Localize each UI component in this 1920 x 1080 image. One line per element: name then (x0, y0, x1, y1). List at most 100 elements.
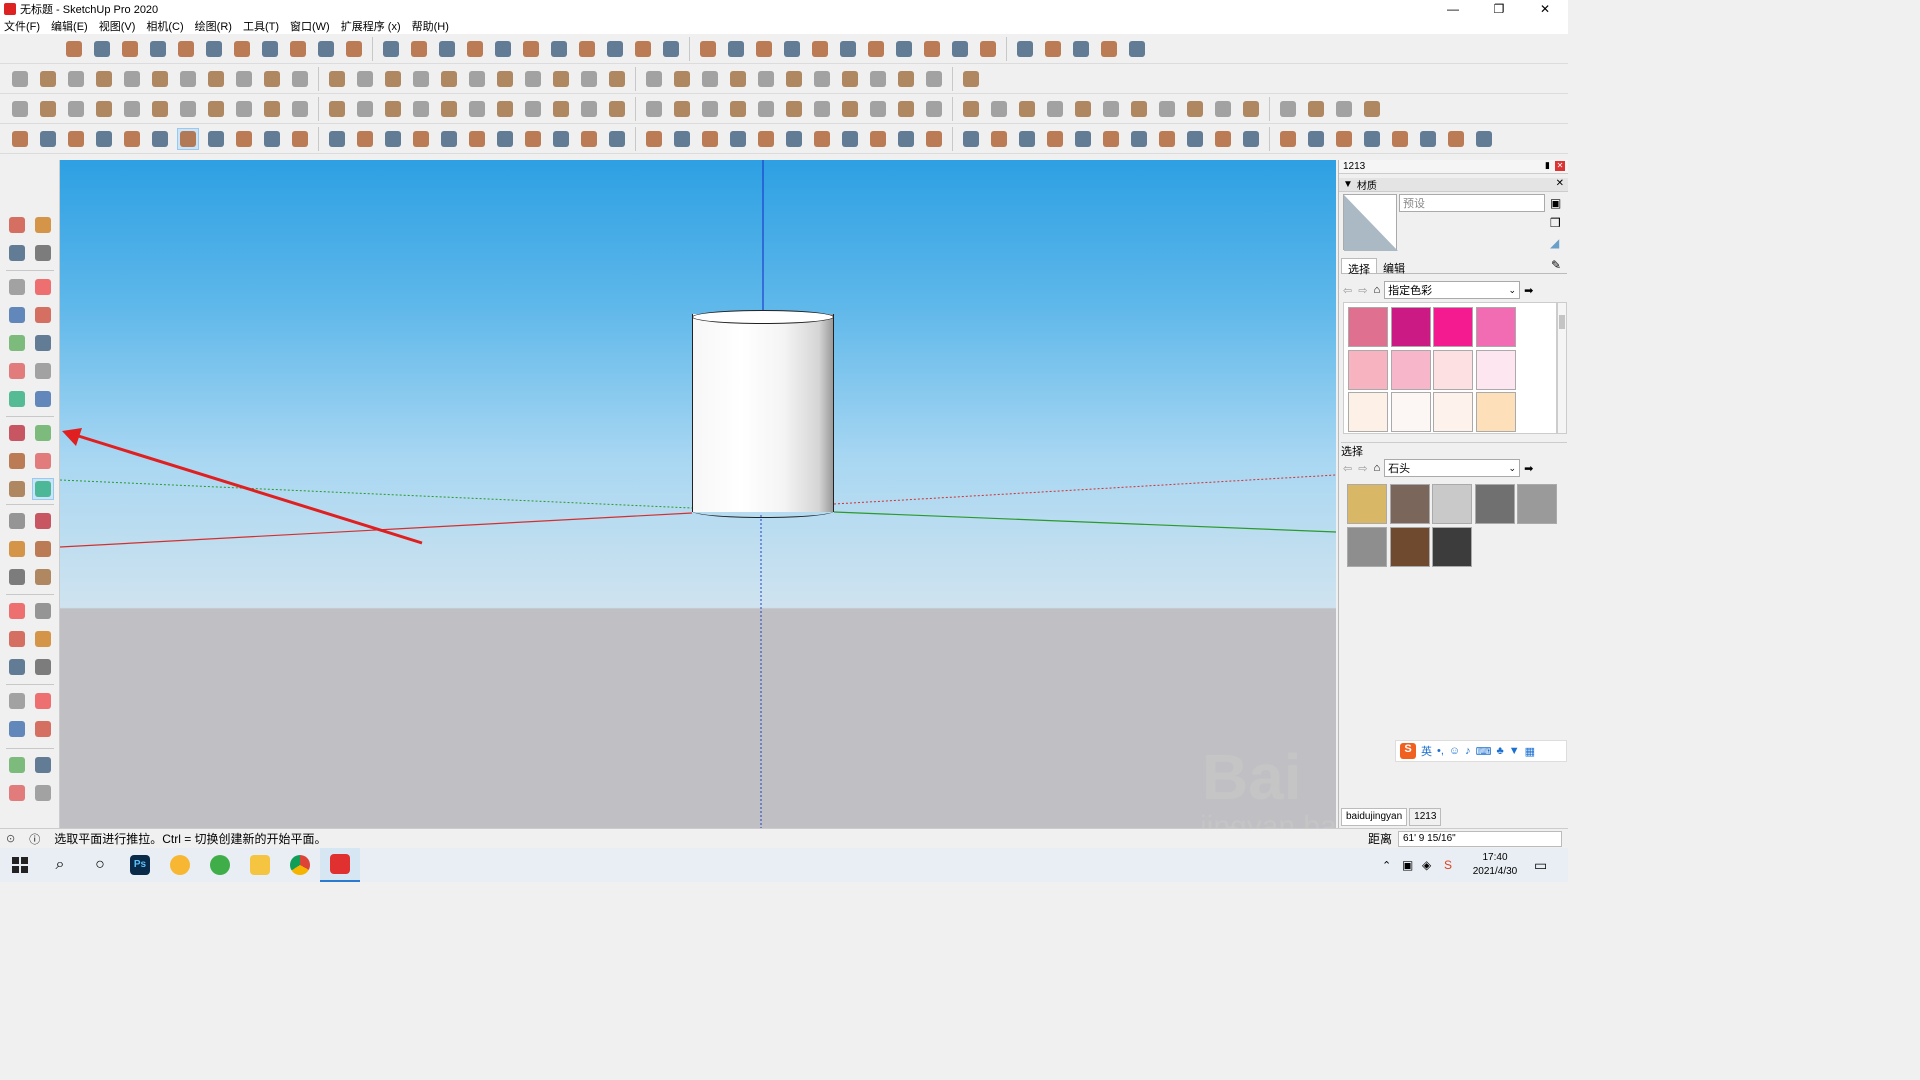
ime-punct-icon[interactable]: •, (1437, 745, 1444, 757)
tray-network-icon[interactable]: ▣ (1402, 858, 1413, 872)
modify-extension-tool-icon[interactable] (1100, 98, 1122, 120)
modify-extension-tool-icon[interactable] (1212, 98, 1234, 120)
modify-extension-tool-icon[interactable] (1044, 98, 1066, 120)
modify-extension-tool-icon[interactable] (699, 98, 721, 120)
modify-extension-tool-icon[interactable] (494, 98, 516, 120)
color-swatch[interactable] (1348, 307, 1388, 347)
modify-extension-tool-icon[interactable] (671, 98, 693, 120)
curve-extension-tool-icon[interactable] (37, 68, 59, 90)
draw-extension-tool-icon[interactable] (977, 38, 999, 60)
left-tool-icon[interactable] (32, 388, 54, 410)
modify-extension-tool-icon[interactable] (93, 98, 115, 120)
modify-extension-tool-icon[interactable] (1072, 98, 1094, 120)
close-button[interactable]: ✕ (1522, 0, 1568, 18)
large-tool-set-tool-icon[interactable] (606, 128, 628, 150)
draw-extension-tool-icon[interactable] (175, 38, 197, 60)
menu-view[interactable]: 视图(V) (99, 18, 136, 34)
left-tool-icon[interactable] (32, 718, 54, 740)
draw-extension-tool-icon[interactable] (632, 38, 654, 60)
forward-icon-2[interactable]: ⇨ (1358, 462, 1367, 475)
large-tool-set-tool-icon[interactable] (233, 128, 255, 150)
draw-extension-tool-icon[interactable] (576, 38, 598, 60)
draw-extension-tool-icon[interactable] (865, 38, 887, 60)
browser-green-icon[interactable] (200, 848, 240, 882)
left-tool-icon[interactable] (32, 538, 54, 560)
draw-extension-tool-icon[interactable] (492, 38, 514, 60)
curve-extension-tool-icon[interactable] (755, 68, 777, 90)
large-tool-set-tool-icon[interactable] (1212, 128, 1234, 150)
large-tool-set-tool-icon[interactable] (1277, 128, 1299, 150)
draw-extension-tool-icon[interactable] (1126, 38, 1148, 60)
draw-extension-tool-icon[interactable] (809, 38, 831, 60)
large-tool-set-tool-icon[interactable] (960, 128, 982, 150)
left-tool-icon[interactable] (32, 600, 54, 622)
curve-extension-tool-icon[interactable] (867, 68, 889, 90)
color-swatch[interactable] (1390, 307, 1431, 347)
large-tool-set-tool-icon[interactable] (1016, 128, 1038, 150)
large-tool-set-tool-icon[interactable] (382, 128, 404, 150)
curve-extension-tool-icon[interactable] (895, 68, 917, 90)
draw-extension-tool-icon[interactable] (697, 38, 719, 60)
modify-extension-tool-icon[interactable] (1128, 98, 1150, 120)
modify-extension-tool-icon[interactable] (727, 98, 749, 120)
large-tool-set-tool-icon[interactable] (326, 128, 348, 150)
curve-extension-tool-icon[interactable] (783, 68, 805, 90)
large-tool-set-tool-icon[interactable] (1100, 128, 1122, 150)
draw-extension-tool-icon[interactable] (893, 38, 915, 60)
modify-extension-tool-icon[interactable] (1240, 98, 1262, 120)
modify-extension-tool-icon[interactable] (1305, 98, 1327, 120)
large-tool-set-tool-icon[interactable] (550, 128, 572, 150)
tray-close-icon[interactable]: ✕ (1555, 161, 1565, 171)
back-icon[interactable]: ⇦ (1343, 284, 1352, 297)
curve-extension-tool-icon[interactable] (354, 68, 376, 90)
draw-extension-tool-icon[interactable] (203, 38, 225, 60)
modify-extension-tool-icon[interactable] (1184, 98, 1206, 120)
draw-extension-tool-icon[interactable] (315, 38, 337, 60)
tray-volume-icon[interactable]: ◈ (1422, 858, 1431, 872)
left-tool-icon[interactable] (32, 276, 54, 298)
large-tool-set-tool-icon[interactable] (466, 128, 488, 150)
modify-extension-tool-icon[interactable] (438, 98, 460, 120)
pin-icon[interactable]: ▮ (1545, 160, 1550, 171)
large-tool-set-tool-icon[interactable] (177, 127, 199, 150)
curve-extension-tool-icon[interactable] (410, 68, 432, 90)
large-tool-set-tool-icon[interactable] (494, 128, 516, 150)
details-arrow-icon[interactable]: ➡ (1524, 284, 1533, 297)
color-swatch[interactable] (1475, 392, 1516, 432)
left-tool-icon[interactable] (32, 304, 54, 326)
left-tool-icon[interactable] (32, 510, 54, 532)
left-tool-icon[interactable] (6, 388, 28, 410)
large-tool-set-tool-icon[interactable] (1128, 128, 1150, 150)
modify-extension-tool-icon[interactable] (261, 98, 283, 120)
modify-extension-tool-icon[interactable] (149, 98, 171, 120)
modify-extension-tool-icon[interactable] (177, 98, 199, 120)
ime-menu-icon[interactable]: ▦ (1525, 745, 1535, 758)
clock-time[interactable]: 17:40 (1470, 852, 1520, 863)
curve-extension-tool-icon[interactable] (606, 68, 628, 90)
draw-extension-tool-icon[interactable] (1042, 38, 1064, 60)
draw-extension-tool-icon[interactable] (343, 38, 365, 60)
modify-extension-tool-icon[interactable] (783, 98, 805, 120)
left-tool-icon[interactable] (32, 656, 54, 678)
left-tool-icon[interactable] (6, 450, 28, 472)
menu-help[interactable]: 帮助(H) (412, 18, 449, 34)
draw-extension-tool-icon[interactable] (949, 38, 971, 60)
large-tool-set-tool-icon[interactable] (1417, 128, 1439, 150)
large-tool-set-tool-icon[interactable] (988, 128, 1010, 150)
cylinder-top-face[interactable] (692, 310, 834, 324)
left-tool-icon[interactable] (32, 566, 54, 588)
large-tool-set-tool-icon[interactable] (289, 128, 311, 150)
library-select-stone[interactable]: 石头 ⌄ (1384, 459, 1521, 477)
tray-sogou-icon[interactable]: S (1444, 858, 1452, 872)
draw-extension-tool-icon[interactable] (259, 38, 281, 60)
stone-swatch[interactable] (1517, 484, 1557, 524)
modify-extension-tool-icon[interactable] (522, 98, 544, 120)
left-tool-icon[interactable] (32, 422, 54, 444)
left-tool-icon[interactable] (6, 656, 28, 678)
curve-extension-tool-icon[interactable] (522, 68, 544, 90)
forward-icon[interactable]: ⇨ (1358, 284, 1367, 297)
curve-extension-tool-icon[interactable] (326, 68, 348, 90)
modify-extension-tool-icon[interactable] (289, 98, 311, 120)
modify-extension-tool-icon[interactable] (1361, 98, 1383, 120)
left-tool-icon[interactable] (32, 450, 54, 472)
